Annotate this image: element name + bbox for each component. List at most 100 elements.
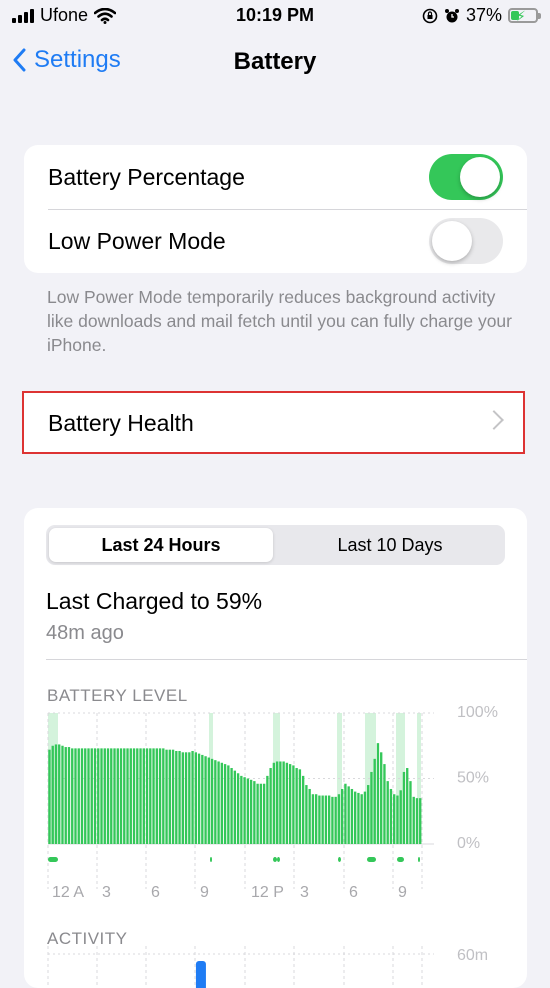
- x-tick-label: 9: [200, 884, 209, 901]
- battery-bar: [240, 775, 243, 844]
- low-power-footnote: Low Power Mode temporarily reduces backg…: [47, 287, 512, 355]
- charging-marker: [397, 857, 404, 862]
- battery-bar: [292, 765, 295, 844]
- battery-bar: [227, 765, 230, 844]
- battery-bar: [64, 747, 67, 844]
- x-tick-label: 9: [398, 884, 407, 901]
- battery-bar: [113, 748, 116, 844]
- battery-bar: [136, 748, 139, 844]
- battery-bar: [71, 748, 74, 844]
- battery-bar: [331, 796, 334, 844]
- battery-bar: [129, 748, 132, 844]
- battery-bar: [116, 748, 119, 844]
- battery-level-chart: 100% 50% 0% 12 A 3 6 9 12 P 3 6 9 60m: [47, 704, 498, 988]
- alarm-icon: [444, 8, 459, 22]
- charging-marker: [273, 857, 277, 862]
- y-tick-label: 0%: [457, 835, 480, 852]
- battery-bar: [168, 749, 171, 844]
- battery-health-row[interactable]: Battery Health: [22, 391, 525, 454]
- low-power-mode-label: Low Power Mode: [48, 227, 226, 254]
- battery-bar: [393, 794, 396, 844]
- battery-bar: [214, 760, 217, 844]
- charging-marker: [48, 857, 58, 862]
- battery-bar: [406, 768, 409, 844]
- battery-bar: [308, 788, 311, 844]
- battery-bar: [399, 790, 402, 844]
- battery-bar: [380, 752, 383, 844]
- battery-bar: [347, 786, 350, 844]
- orientation-lock-icon: [422, 8, 438, 23]
- battery-bar: [370, 771, 373, 844]
- battery-bar: [110, 748, 113, 844]
- battery-bar: [327, 795, 331, 844]
- battery-bar: [236, 773, 240, 844]
- battery-bar: [181, 752, 184, 844]
- battery-bar: [389, 788, 393, 844]
- battery-bar: [256, 783, 259, 844]
- battery-bar: [61, 745, 64, 844]
- battery-bar: [207, 757, 211, 844]
- battery-settings-group: Battery Percentage Low Power Mode: [24, 145, 527, 273]
- battery-bar: [419, 798, 422, 844]
- battery-bar: [282, 761, 285, 844]
- battery-percent-text: 37%: [465, 5, 502, 25]
- battery-bar: [126, 748, 129, 844]
- battery-bar: [363, 791, 367, 844]
- page-title: Battery: [233, 48, 317, 75]
- battery-bar: [194, 752, 197, 844]
- x-tick-label: 6: [151, 884, 160, 901]
- battery-bar: [246, 778, 250, 844]
- chevron-right-icon: [484, 410, 504, 430]
- low-power-mode-toggle[interactable]: [429, 218, 503, 264]
- activity-y-tick-label: 60m: [457, 947, 488, 964]
- battery-bar: [149, 748, 152, 844]
- battery-bar: [80, 748, 84, 844]
- battery-bar: [409, 781, 412, 844]
- battery-bar: [119, 748, 123, 844]
- status-bar: Ufone 10:19 PM 37% ⚡: [0, 0, 550, 32]
- battery-health-label: Battery Health: [48, 410, 194, 436]
- x-tick-label: 6: [349, 884, 358, 901]
- battery-bar: [321, 795, 324, 844]
- y-tick-label: 50%: [457, 770, 489, 787]
- low-power-mode-row: Low Power Mode: [24, 209, 527, 273]
- battery-bar: [259, 783, 263, 844]
- battery-percentage-row: Battery Percentage: [24, 145, 527, 209]
- battery-bar: [74, 748, 77, 844]
- charging-marker: [418, 857, 420, 862]
- battery-bar: [298, 769, 302, 844]
- battery-bar: [412, 796, 415, 844]
- battery-bar: [337, 794, 341, 844]
- status-right: 37% ⚡: [422, 5, 541, 26]
- battery-bar: [158, 748, 162, 844]
- battery-bar: [376, 743, 380, 844]
- battery-bar: [54, 744, 58, 844]
- x-tick-label: 3: [102, 884, 111, 901]
- battery-bar: [253, 781, 256, 844]
- battery-bar: [210, 758, 214, 844]
- battery-bar: [334, 796, 337, 844]
- battery-bar: [285, 762, 289, 844]
- battery-bar: [152, 748, 155, 844]
- battery-bar: [272, 762, 276, 844]
- battery-bar: [58, 744, 61, 844]
- battery-bar: [48, 749, 51, 844]
- battery-usage-card: Last 24 Hours Last 10 Days Last Charged …: [24, 508, 527, 988]
- battery-bar: [266, 775, 269, 844]
- battery-bar: [201, 754, 204, 844]
- battery-bar: [84, 748, 87, 844]
- battery-percentage-label: Battery Percentage: [48, 163, 245, 190]
- x-tick-label: 12 P: [251, 884, 284, 901]
- battery-bar: [145, 748, 149, 844]
- battery-bar: [269, 768, 272, 844]
- battery-bar: [314, 794, 318, 844]
- battery-bar: [340, 788, 344, 844]
- battery-bar: [249, 779, 253, 844]
- battery-bar: [142, 748, 145, 844]
- charging-marker: [338, 857, 341, 862]
- battery-bar: [87, 748, 90, 844]
- battery-bar: [123, 748, 126, 844]
- battery-percentage-toggle[interactable]: [429, 154, 503, 200]
- charging-marker: [367, 857, 376, 862]
- x-tick-label: 12 A: [52, 884, 84, 901]
